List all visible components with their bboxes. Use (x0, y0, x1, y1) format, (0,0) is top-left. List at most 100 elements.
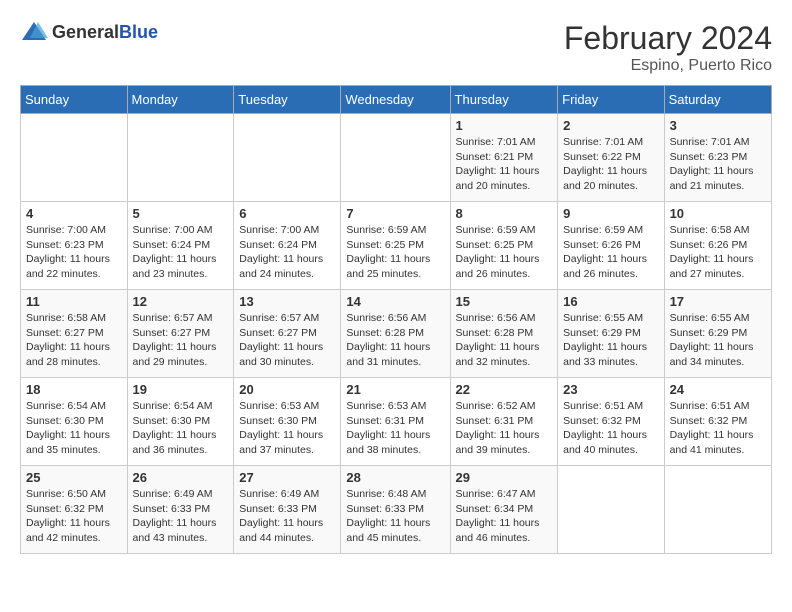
day-number: 7 (346, 206, 444, 221)
day-number: 14 (346, 294, 444, 309)
calendar-day-cell: 15Sunrise: 6:56 AMSunset: 6:28 PMDayligh… (450, 290, 558, 378)
weekday-header-cell: Wednesday (341, 86, 450, 114)
day-info: Sunrise: 6:59 AMSunset: 6:25 PMDaylight:… (456, 223, 553, 282)
day-info: Sunrise: 7:00 AMSunset: 6:24 PMDaylight:… (133, 223, 229, 282)
day-info: Sunrise: 6:55 AMSunset: 6:29 PMDaylight:… (563, 311, 658, 370)
day-number: 3 (670, 118, 766, 133)
day-number: 12 (133, 294, 229, 309)
day-info: Sunrise: 6:51 AMSunset: 6:32 PMDaylight:… (563, 399, 658, 458)
day-info: Sunrise: 6:56 AMSunset: 6:28 PMDaylight:… (346, 311, 444, 370)
calendar-day-cell (234, 114, 341, 202)
calendar-week-row: 1 Sunrise: 7:01 AMSunset: 6:21 PMDaylight… (21, 114, 772, 202)
day-number: 22 (456, 382, 553, 397)
weekday-header-cell: Sunday (21, 86, 128, 114)
day-info: Sunrise: 6:58 AMSunset: 6:26 PMDaylight:… (670, 223, 766, 282)
day-info: Sunrise: 7:00 AMSunset: 6:24 PMDaylight:… (239, 223, 335, 282)
weekday-header-cell: Saturday (664, 86, 771, 114)
day-info: Sunrise: 6:49 AMSunset: 6:33 PMDaylight:… (133, 487, 229, 546)
calendar-day-cell: 4 Sunrise: 7:00 AMSunset: 6:23 PMDaylight… (21, 202, 128, 290)
calendar-day-cell: 23 Sunrise: 6:51 AMSunset: 6:32 PMDayligh… (558, 378, 664, 466)
weekday-header-cell: Tuesday (234, 86, 341, 114)
month-year-title: February 2024 (564, 20, 772, 57)
calendar-day-cell (127, 114, 234, 202)
day-info: Sunrise: 7:01 AMSunset: 6:21 PMDaylight:… (456, 135, 553, 194)
calendar-week-row: 18 Sunrise: 6:54 AMSunset: 6:30 PMDayligh… (21, 378, 772, 466)
day-info: Sunrise: 6:57 AMSunset: 6:27 PMDaylight:… (239, 311, 335, 370)
day-info: Sunrise: 6:50 AMSunset: 6:32 PMDaylight:… (26, 487, 122, 546)
calendar-day-cell: 25 Sunrise: 6:50 AMSunset: 6:32 PMDayligh… (21, 466, 128, 554)
calendar-day-cell: 14 Sunrise: 6:56 AMSunset: 6:28 PMDayligh… (341, 290, 450, 378)
day-number: 6 (239, 206, 335, 221)
day-info: Sunrise: 6:57 AMSunset: 6:27 PMDaylight:… (133, 311, 229, 370)
day-info: Sunrise: 6:52 AMSunset: 6:31 PMDaylight:… (456, 399, 553, 458)
day-number: 10 (670, 206, 766, 221)
weekday-header-cell: Friday (558, 86, 664, 114)
calendar-day-cell: 10 Sunrise: 6:58 AMSunset: 6:26 PMDayligh… (664, 202, 771, 290)
calendar-day-cell: 29 Sunrise: 6:47 AMSunset: 6:34 PMDayligh… (450, 466, 558, 554)
calendar-day-cell: 3 Sunrise: 7:01 AMSunset: 6:23 PMDaylight… (664, 114, 771, 202)
location-subtitle: Espino, Puerto Rico (564, 57, 772, 75)
day-number: 8 (456, 206, 553, 221)
calendar-day-cell: 28 Sunrise: 6:48 AMSunset: 6:33 PMDayligh… (341, 466, 450, 554)
day-info: Sunrise: 6:55 AMSunset: 6:29 PMDaylight:… (670, 311, 766, 370)
calendar-day-cell (664, 466, 771, 554)
day-number: 23 (563, 382, 658, 397)
calendar-day-cell: 22 Sunrise: 6:52 AMSunset: 6:31 PMDayligh… (450, 378, 558, 466)
day-number: 4 (26, 206, 122, 221)
calendar-day-cell: 21Sunrise: 6:53 AMSunset: 6:31 PMDayligh… (341, 378, 450, 466)
calendar-day-cell: 12 Sunrise: 6:57 AMSunset: 6:27 PMDayligh… (127, 290, 234, 378)
calendar-day-cell: 18 Sunrise: 6:54 AMSunset: 6:30 PMDayligh… (21, 378, 128, 466)
calendar-day-cell: 1 Sunrise: 7:01 AMSunset: 6:21 PMDaylight… (450, 114, 558, 202)
day-info: Sunrise: 6:51 AMSunset: 6:32 PMDaylight:… (670, 399, 766, 458)
day-number: 2 (563, 118, 658, 133)
day-number: 1 (456, 118, 553, 133)
calendar-table: SundayMondayTuesdayWednesdayThursdayFrid… (20, 85, 772, 554)
day-number: 15 (456, 294, 553, 309)
day-number: 18 (26, 382, 122, 397)
day-info: Sunrise: 6:47 AMSunset: 6:34 PMDaylight:… (456, 487, 553, 546)
calendar-day-cell: 20 Sunrise: 6:53 AMSunset: 6:30 PMDayligh… (234, 378, 341, 466)
weekday-header-cell: Thursday (450, 86, 558, 114)
day-number: 19 (133, 382, 229, 397)
day-info: Sunrise: 6:48 AMSunset: 6:33 PMDaylight:… (346, 487, 444, 546)
weekday-header-cell: Monday (127, 86, 234, 114)
day-number: 11 (26, 294, 122, 309)
calendar-day-cell: 11Sunrise: 6:58 AMSunset: 6:27 PMDayligh… (21, 290, 128, 378)
logo-icon (20, 20, 48, 44)
day-number: 21 (346, 382, 444, 397)
calendar-day-cell (341, 114, 450, 202)
calendar-day-cell: 13Sunrise: 6:57 AMSunset: 6:27 PMDayligh… (234, 290, 341, 378)
day-info: Sunrise: 7:01 AMSunset: 6:22 PMDaylight:… (563, 135, 658, 194)
day-number: 24 (670, 382, 766, 397)
day-info: Sunrise: 6:54 AMSunset: 6:30 PMDaylight:… (26, 399, 122, 458)
day-number: 5 (133, 206, 229, 221)
calendar-day-cell: 5 Sunrise: 7:00 AMSunset: 6:24 PMDaylight… (127, 202, 234, 290)
calendar-day-cell: 8 Sunrise: 6:59 AMSunset: 6:25 PMDaylight… (450, 202, 558, 290)
day-info: Sunrise: 6:49 AMSunset: 6:33 PMDaylight:… (239, 487, 335, 546)
day-number: 20 (239, 382, 335, 397)
logo-text-blue: Blue (119, 22, 158, 42)
calendar-day-cell: 27 Sunrise: 6:49 AMSunset: 6:33 PMDayligh… (234, 466, 341, 554)
day-number: 29 (456, 470, 553, 485)
calendar-day-cell: 17 Sunrise: 6:55 AMSunset: 6:29 PMDayligh… (664, 290, 771, 378)
calendar-day-cell: 7 Sunrise: 6:59 AMSunset: 6:25 PMDaylight… (341, 202, 450, 290)
calendar-week-row: 4 Sunrise: 7:00 AMSunset: 6:23 PMDaylight… (21, 202, 772, 290)
day-number: 27 (239, 470, 335, 485)
day-number: 25 (26, 470, 122, 485)
day-number: 26 (133, 470, 229, 485)
calendar-day-cell: 24 Sunrise: 6:51 AMSunset: 6:32 PMDayligh… (664, 378, 771, 466)
day-number: 9 (563, 206, 658, 221)
day-info: Sunrise: 7:01 AMSunset: 6:23 PMDaylight:… (670, 135, 766, 194)
day-number: 28 (346, 470, 444, 485)
logo-text-general: General (52, 22, 119, 42)
day-number: 17 (670, 294, 766, 309)
calendar-body: 1 Sunrise: 7:01 AMSunset: 6:21 PMDaylight… (21, 114, 772, 554)
day-info: Sunrise: 6:53 AMSunset: 6:30 PMDaylight:… (239, 399, 335, 458)
day-info: Sunrise: 6:59 AMSunset: 6:26 PMDaylight:… (563, 223, 658, 282)
calendar-week-row: 11Sunrise: 6:58 AMSunset: 6:27 PMDayligh… (21, 290, 772, 378)
calendar-day-cell (558, 466, 664, 554)
day-info: Sunrise: 6:59 AMSunset: 6:25 PMDaylight:… (346, 223, 444, 282)
calendar-day-cell: 26 Sunrise: 6:49 AMSunset: 6:33 PMDayligh… (127, 466, 234, 554)
calendar-day-cell: 19Sunrise: 6:54 AMSunset: 6:30 PMDayligh… (127, 378, 234, 466)
day-info: Sunrise: 7:00 AMSunset: 6:23 PMDaylight:… (26, 223, 122, 282)
